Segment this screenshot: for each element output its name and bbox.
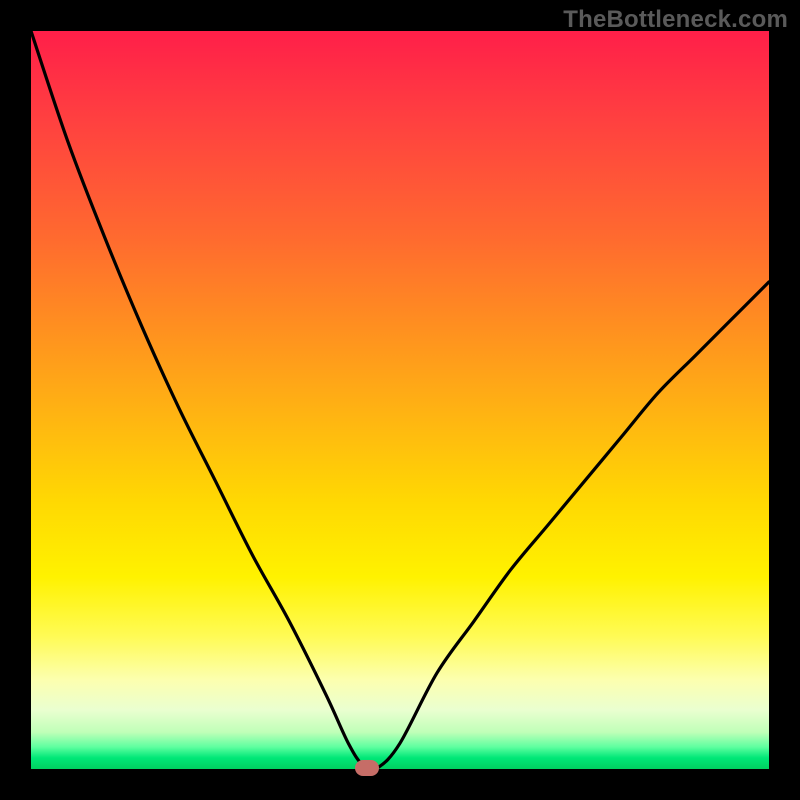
plot-area [31,31,769,769]
bottleneck-curve [31,31,769,769]
optimum-marker [355,760,379,776]
chart-frame: TheBottleneck.com [0,0,800,800]
watermark-text: TheBottleneck.com [563,6,788,34]
